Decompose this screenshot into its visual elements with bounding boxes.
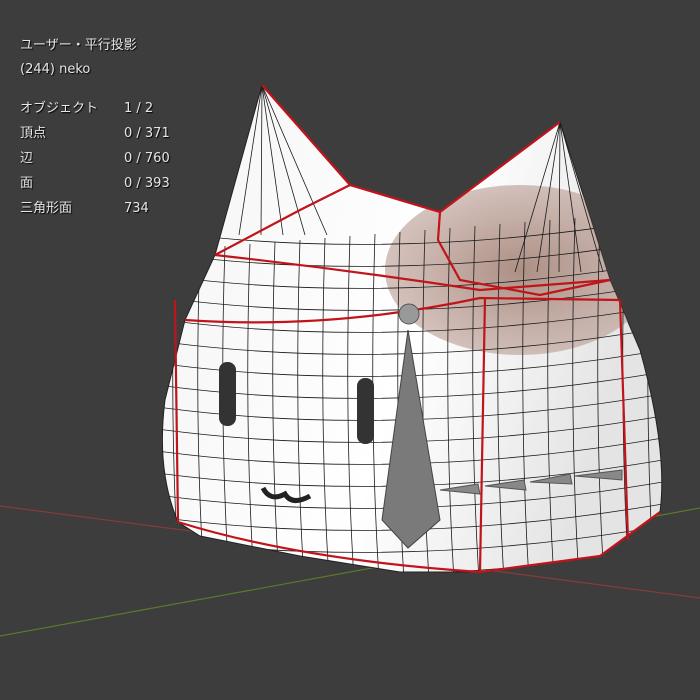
stat-edges: 辺 0 / 760 — [20, 146, 170, 171]
stat-label: オブジェクト — [20, 101, 99, 116]
object-info: (244) neko — [20, 62, 91, 77]
left-eye — [219, 362, 236, 426]
stat-vertices: 頂点 0 / 371 — [20, 121, 170, 146]
stat-value: 0 / 760 — [124, 151, 170, 166]
stat-value: 0 / 371 — [124, 126, 170, 141]
stat-label: 辺 — [20, 151, 34, 166]
stat-value: 0 / 393 — [124, 176, 170, 191]
view-name: ユーザー・平行投影 — [20, 38, 137, 53]
stat-label: 頂点 — [20, 126, 47, 141]
stat-value: 734 — [124, 201, 149, 216]
stat-triangles: 三角形面 734 — [20, 196, 170, 221]
scene-statistics: オブジェクト 1 / 2 頂点 0 / 371 辺0 / 760 面0 / 393 … — [20, 96, 170, 221]
stat-faces: 面 0 / 393 — [20, 171, 170, 196]
right-eye — [357, 378, 374, 444]
bone-head — [398, 303, 420, 325]
stat-value: 1 / 2 — [124, 101, 154, 116]
viewport-overlay: ユーザー・平行投影 (244) neko オブジェクト 1 / 2 頂点 0 / 3… — [20, 34, 170, 221]
stat-objects: オブジェクト 1 / 2 — [20, 96, 170, 121]
stat-label: 三角形面 — [20, 201, 73, 216]
stat-label: 面 — [20, 176, 34, 191]
shadow-region — [385, 185, 655, 355]
